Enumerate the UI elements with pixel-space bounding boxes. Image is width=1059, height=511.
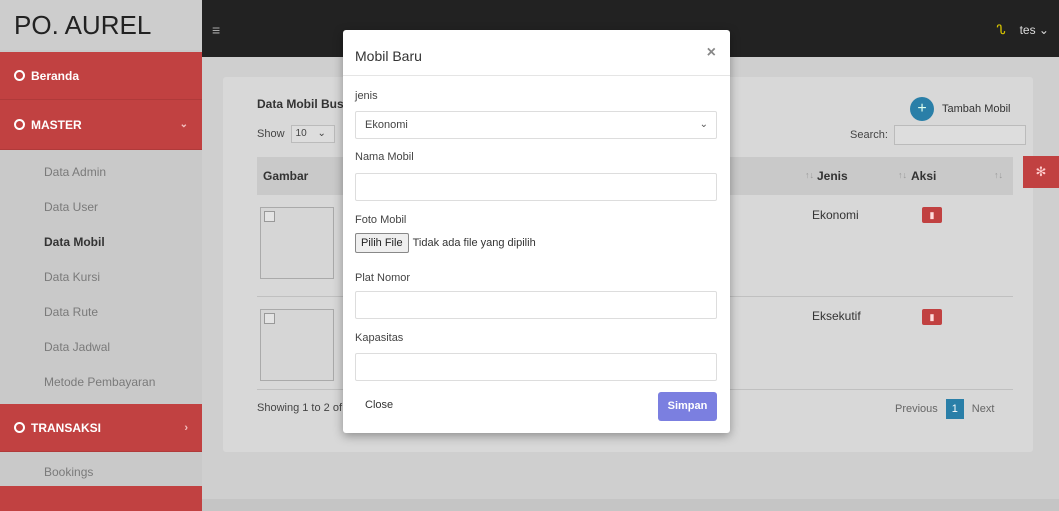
user-icon: ᔐ (996, 22, 1006, 37)
showing-info: Showing 1 to 2 of (257, 402, 343, 414)
footer (202, 499, 1059, 511)
sidebar-item-data-admin[interactable]: Data Admin (0, 154, 202, 189)
nama-mobil-label: Nama Mobil (355, 151, 414, 163)
next-button[interactable]: Next (972, 403, 995, 415)
nama-mobil-input[interactable] (355, 173, 717, 201)
sidebar: PO. AUREL Beranda MASTER ⌄ Data Admin Da… (0, 0, 202, 511)
search-label: Search: (850, 129, 888, 141)
search-group: Search: (850, 125, 1026, 145)
sidebar-item-master[interactable]: MASTER ⌄ (0, 100, 202, 150)
column-header-aksi[interactable]: Aksi (911, 169, 936, 183)
file-status: Tidak ada file yang dipilih (412, 237, 536, 249)
show-entries: Show 10 ⌄ (257, 125, 335, 143)
sort-icon[interactable]: ↑↓ (805, 170, 814, 180)
card-title: Data Mobil Bus (257, 97, 344, 111)
column-header-jenis[interactable]: Jenis (817, 169, 848, 183)
save-button[interactable]: Simpan (658, 392, 717, 421)
previous-button[interactable]: Previous (895, 403, 938, 415)
show-label: Show (257, 128, 285, 140)
chevron-down-icon: ⌄ (317, 128, 326, 139)
page-1-button[interactable]: 1 (945, 399, 964, 419)
trash-icon[interactable]: ▮ (922, 309, 942, 325)
clock-icon (14, 70, 25, 81)
kapasitas-input[interactable] (355, 353, 717, 381)
entries-value: 10 (295, 128, 307, 139)
plat-nomor-label: Plat Nomor (355, 272, 411, 284)
brand-logo[interactable]: PO. AUREL (0, 0, 202, 50)
sidebar-item-label: TRANSAKSI (31, 420, 102, 435)
add-mobil-button[interactable]: + Tambah Mobil (910, 97, 1010, 121)
user-label: tes ⌄ (1019, 23, 1049, 37)
bus-image (260, 309, 334, 381)
sidebar-item-data-user[interactable]: Data User (0, 189, 202, 224)
chevron-right-icon: › (184, 421, 188, 434)
add-mobil-label: Tambah Mobil (942, 103, 1011, 115)
plat-nomor-input[interactable] (355, 291, 717, 319)
sidebar-item-beranda[interactable]: Beranda (0, 52, 202, 100)
sort-icon[interactable]: ↑↓ (898, 170, 907, 180)
sidebar-item-data-mobil[interactable]: Data Mobil (0, 224, 202, 259)
kapasitas-label: Kapasitas (355, 332, 404, 344)
choose-file-button[interactable]: Pilih File (355, 233, 409, 253)
sidebar-item-data-kursi[interactable]: Data Kursi (0, 259, 202, 294)
foto-mobil-file-input: Pilih File Tidak ada file yang dipilih (355, 233, 536, 253)
user-menu[interactable]: ᔐ tes ⌄ (996, 22, 1049, 38)
jenis-select[interactable]: Ekonomi ⌄ (355, 111, 717, 139)
bus-image (260, 207, 334, 279)
close-button[interactable]: Close (365, 399, 393, 411)
jenis-label: jenis (355, 90, 378, 102)
trash-icon[interactable]: ▮ (922, 207, 942, 223)
table-cell-jenis: Eksekutif (812, 309, 861, 323)
sidebar-item-label: MASTER (31, 117, 82, 132)
plus-icon: + (910, 97, 934, 121)
pagination: Previous 1 Next (895, 399, 994, 419)
gear-icon[interactable]: ✻ (1023, 156, 1059, 188)
table-cell-jenis: Ekonomi (812, 208, 859, 222)
modal-mobil-baru: Mobil Baru × jenis Ekonomi ⌄ Nama Mobil … (343, 30, 730, 433)
modal-header: Mobil Baru × (343, 30, 730, 76)
clock-icon (14, 422, 25, 433)
menu-icon[interactable]: ≡ (212, 22, 220, 38)
modal-title: Mobil Baru (355, 47, 422, 64)
search-input[interactable] (893, 125, 1026, 145)
foto-mobil-label: Foto Mobil (355, 214, 407, 226)
entries-select[interactable]: 10 ⌄ (290, 125, 335, 143)
sidebar-item-transaksi[interactable]: TRANSAKSI › (0, 404, 202, 452)
sidebar-item-data-jadwal[interactable]: Data Jadwal (0, 329, 202, 364)
sort-icon[interactable]: ↑↓ (994, 170, 1003, 180)
chevron-down-icon: ⌄ (699, 119, 708, 130)
jenis-value: Ekonomi (365, 119, 408, 131)
column-header-gambar[interactable]: Gambar (263, 169, 308, 183)
sidebar-item-metode-pembayaran[interactable]: Metode Pembayaran (0, 364, 202, 399)
sidebar-bottom-bar (0, 486, 202, 511)
close-icon[interactable]: × (707, 44, 716, 62)
sidebar-item-data-rute[interactable]: Data Rute (0, 294, 202, 329)
sidebar-item-label: Beranda (31, 68, 80, 83)
chevron-down-icon: ⌄ (179, 119, 188, 130)
clock-icon (14, 119, 25, 130)
